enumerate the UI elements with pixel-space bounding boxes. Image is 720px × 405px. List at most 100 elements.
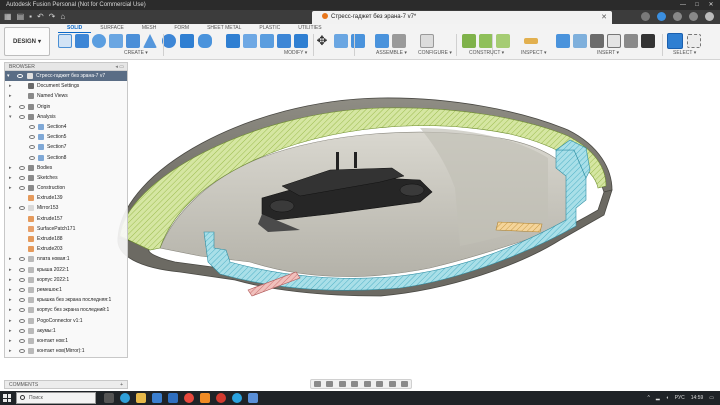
cylinder-icon[interactable]: [198, 34, 212, 48]
browser-tree-item[interactable]: ▸ Bodies: [5, 163, 127, 173]
close-tab-icon[interactable]: ✕: [601, 11, 607, 24]
add-comment-icon[interactable]: +: [120, 381, 123, 389]
visibility-eye-icon[interactable]: [19, 165, 25, 170]
chevron-right-icon[interactable]: ▸: [9, 295, 12, 305]
insert-mesh-icon[interactable]: [590, 34, 604, 48]
rib-icon[interactable]: [143, 34, 157, 48]
configure-menu[interactable]: CONFIGURE ▾: [418, 50, 452, 56]
visibility-eye-icon[interactable]: [19, 287, 25, 292]
browser-tree-item[interactable]: Extrude188: [5, 234, 127, 244]
visibility-eye-icon[interactable]: [19, 308, 25, 313]
chevron-right-icon[interactable]: ▸: [9, 102, 12, 112]
sweep-icon[interactable]: [109, 34, 123, 48]
minimize-button[interactable]: —: [676, 0, 690, 10]
look-at-icon[interactable]: [326, 381, 334, 387]
canvas-icon[interactable]: [624, 34, 638, 48]
viewports-icon[interactable]: [401, 381, 409, 387]
move-icon[interactable]: ✥: [315, 34, 329, 48]
browser-tree-item[interactable]: ▸ Sketches: [5, 173, 127, 183]
taskbar-search[interactable]: Поиск: [16, 392, 96, 404]
assemble-menu[interactable]: ASSEMBLE ▾: [376, 50, 407, 56]
chevron-right-icon[interactable]: ▸: [9, 326, 12, 336]
fillet-icon[interactable]: [243, 34, 257, 48]
combine-icon[interactable]: [294, 34, 308, 48]
mail-icon[interactable]: [168, 393, 178, 403]
browser-tree-item[interactable]: Section4: [5, 122, 127, 132]
account-avatar[interactable]: [705, 12, 714, 21]
tab-solid[interactable]: SOLID: [58, 24, 92, 33]
browser-tree-item[interactable]: ▾ Analysis: [5, 112, 127, 122]
grid-menu-icon[interactable]: ▦: [4, 12, 12, 22]
file-explorer-icon[interactable]: [136, 393, 146, 403]
visibility-eye-icon[interactable]: [29, 135, 35, 140]
create-menu[interactable]: CREATE ▾: [124, 50, 148, 56]
browser-tree-item[interactable]: ▸ акумы:1: [5, 326, 127, 336]
language-indicator[interactable]: РУС: [675, 395, 685, 401]
shell-icon[interactable]: [277, 34, 291, 48]
chevron-right-icon[interactable]: ▸: [9, 275, 12, 285]
pan-icon[interactable]: [338, 381, 346, 387]
visibility-eye-icon[interactable]: [19, 206, 25, 211]
browser-tree-item[interactable]: ▸ корпус 2022:1: [5, 275, 127, 285]
browser-tree-item[interactable]: SurfacePatch171: [5, 224, 127, 234]
browser-tree-item[interactable]: Section7: [5, 142, 127, 152]
inspect-menu[interactable]: INSPECT ▾: [521, 50, 546, 56]
yandex-icon[interactable]: [216, 393, 226, 403]
telegram-icon[interactable]: [232, 393, 242, 403]
chevron-right-icon[interactable]: ▸: [9, 173, 12, 183]
extrude-icon[interactable]: [75, 34, 89, 48]
new-tab-icon[interactable]: [641, 12, 650, 21]
browser-tree-item[interactable]: Extrude203: [5, 244, 127, 254]
collapse-panel-icon[interactable]: ◂ ▭: [115, 63, 124, 71]
display-settings-icon[interactable]: [376, 381, 384, 387]
insert-menu[interactable]: INSERT ▾: [597, 50, 619, 56]
tab-form[interactable]: FORM: [165, 24, 198, 33]
undo-icon[interactable]: ↶: [37, 12, 44, 22]
browser-tree-item[interactable]: Extrude139: [5, 193, 127, 203]
visibility-eye-icon[interactable]: [29, 155, 35, 160]
joint-icon[interactable]: [392, 34, 406, 48]
configure-icon[interactable]: [420, 34, 434, 48]
maximize-button[interactable]: □: [690, 0, 704, 10]
browser-tree-item[interactable]: Section5: [5, 132, 127, 142]
zoom-icon[interactable]: [351, 381, 359, 387]
chevron-right-icon[interactable]: ▸: [9, 336, 12, 346]
visibility-eye-icon[interactable]: [29, 145, 35, 150]
box-icon[interactable]: [180, 34, 194, 48]
browser-tree-item[interactable]: ▸ Named Views: [5, 91, 127, 101]
chevron-down-icon[interactable]: ▾: [7, 71, 10, 81]
file-icon[interactable]: ▤: [17, 12, 25, 22]
fusion-app-icon[interactable]: [200, 393, 210, 403]
grid-settings-icon[interactable]: [388, 381, 396, 387]
visibility-eye-icon[interactable]: [19, 277, 25, 282]
insert-derive-icon[interactable]: [556, 34, 570, 48]
edge-browser-icon[interactable]: [120, 393, 130, 403]
plane-at-angle-icon[interactable]: [479, 34, 493, 48]
measure-icon[interactable]: [524, 38, 538, 44]
visibility-eye-icon[interactable]: [19, 267, 25, 272]
chevron-right-icon[interactable]: ▸: [9, 81, 12, 91]
construct-menu[interactable]: CONSTRUCT ▾: [469, 50, 504, 56]
visibility-eye-icon[interactable]: [19, 186, 25, 191]
visibility-eye-icon[interactable]: [19, 257, 25, 262]
construction-axis-icon[interactable]: [496, 34, 510, 48]
pattern-icon[interactable]: [162, 34, 176, 48]
press-pull-icon[interactable]: [226, 34, 240, 48]
new-component-icon[interactable]: [58, 34, 72, 48]
chevron-right-icon[interactable]: ▸: [9, 346, 12, 356]
tab-mesh[interactable]: MESH: [133, 24, 165, 33]
task-view-icon[interactable]: [104, 393, 114, 403]
home-icon[interactable]: ⌂: [60, 12, 65, 22]
network-icon[interactable]: ▂: [656, 395, 660, 401]
tab-utilities[interactable]: UTILITIES: [289, 24, 330, 33]
visibility-eye-icon[interactable]: [29, 124, 35, 129]
tree-root-component[interactable]: ▾ Стресс-гаджет без эрана-7 v7: [5, 71, 127, 82]
volume-icon[interactable]: ◖: [666, 395, 669, 401]
chevron-right-icon[interactable]: ▸: [9, 203, 12, 213]
visibility-eye-icon[interactable]: [19, 104, 25, 109]
chrome-icon[interactable]: [184, 393, 194, 403]
orbit-icon[interactable]: [313, 381, 321, 387]
browser-tree-item[interactable]: ▸ крышка без экрана последняя:1: [5, 295, 127, 305]
redo-icon[interactable]: ↷: [49, 12, 56, 22]
browser-tree-item[interactable]: ▸ Document Settings: [5, 81, 127, 91]
